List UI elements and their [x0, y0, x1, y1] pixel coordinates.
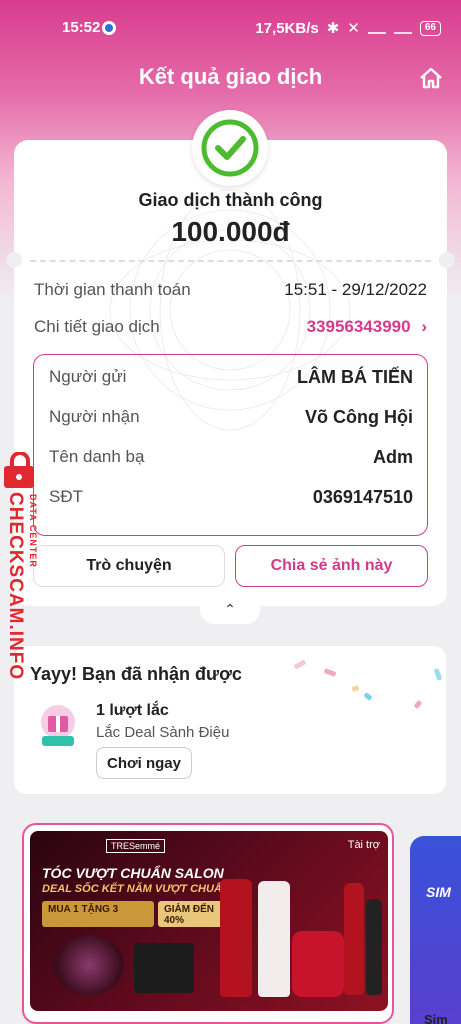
product-bottle-image — [258, 881, 290, 997]
confetti-decoration — [363, 692, 373, 701]
sim-promo-caption: Sim — [424, 1012, 448, 1024]
watermark-subtext: DATA CENTER — [28, 494, 38, 568]
network-speed: 17,5KB/s — [255, 19, 319, 37]
success-badge — [192, 110, 268, 186]
battery-icon: 66 — [419, 20, 441, 36]
hairdryer-image — [54, 935, 124, 995]
ticket-divider — [30, 260, 431, 262]
transaction-id: 33956343990 — [306, 317, 411, 336]
chevron-up-icon: ⌃ — [224, 601, 236, 617]
reward-title: Yayy! Bạn đã nhận được — [30, 664, 242, 684]
confetti-decoration — [413, 699, 423, 710]
ticket-notch-left — [6, 252, 22, 268]
bluetooth-icon: ✱ — [326, 20, 340, 37]
ad-banner-image: TRESemmé Tài trợ TÓC VƯỢT CHUẨN SALON DE… — [30, 831, 388, 1011]
product-bottle-image — [366, 899, 382, 995]
confetti-decoration — [351, 685, 360, 692]
ticket-notch-right — [439, 252, 455, 268]
reward-description: Lắc Deal Sành Điệu — [96, 724, 230, 741]
payment-time-value: 15:51 - 29/12/2022 — [284, 280, 427, 299]
payment-time-label: Thời gian thanh toán — [34, 280, 191, 299]
ad-subheadline: DEAL SỐC KẾT NĂM VƯỢT CHUẨN — [42, 883, 230, 895]
notification-icon — [102, 21, 116, 35]
reward-count: 1 lượt lắc — [96, 702, 169, 719]
ad-offer-buy-one: MUA 1 TẶNG 3 — [42, 901, 154, 927]
lock-icon — [4, 452, 34, 488]
sender-value: LÂM BÁ TIẾN — [297, 367, 413, 387]
page-title: Kết quả giao dịch — [138, 64, 323, 89]
confetti-decoration — [323, 668, 337, 677]
transaction-detail-link[interactable]: 33956343990 › — [307, 317, 427, 337]
sender-label: Người gửi — [49, 367, 127, 386]
bags-image — [134, 943, 194, 993]
recipient-info-box: Người gửi LÂM BÁ TIẾN Người nhận Võ Công… — [33, 354, 428, 536]
receiver-label: Người nhận — [49, 407, 140, 426]
reward-card: Yayy! Bạn đã nhận được 1 lượt lắc Lắc De… — [14, 646, 446, 794]
signal-4g-icon — [393, 22, 412, 34]
phone-label: SĐT — [49, 487, 83, 506]
sim-promo-label: SIM — [426, 884, 451, 900]
status-bar: 15:52 17,5KB/s ✱ ✕ 66 — [0, 0, 461, 56]
product-bottle-image — [344, 883, 364, 995]
ad-sponsored-label: Tài trợ — [347, 839, 380, 851]
transaction-detail-label: Chi tiết giao dịch — [34, 317, 160, 336]
home-icon[interactable] — [417, 64, 445, 92]
phone-value: 0369147510 — [312, 487, 413, 507]
gift-icon — [41, 705, 75, 746]
checkscam-watermark: CHECKSCAM.INFO DATA CENTER — [0, 452, 48, 681]
sim-promo-card[interactable]: SIM — [410, 836, 461, 1024]
transaction-amount: 100.000đ — [171, 216, 290, 247]
ad-headline: TÓC VƯỢT CHUẨN SALON — [42, 865, 224, 881]
sponsored-ad-card[interactable]: TRESemmé Tài trợ TÓC VƯỢT CHUẨN SALON DE… — [22, 823, 394, 1024]
transaction-status: Giao dịch thành công — [138, 190, 323, 210]
contact-name-label: Tên danh bạ — [49, 447, 145, 466]
play-now-button[interactable]: Chơi ngay — [96, 747, 192, 779]
receiver-value: Võ Công Hội — [305, 407, 413, 427]
chevron-right-icon: › — [421, 317, 427, 336]
signal-icon — [367, 22, 386, 34]
mute-icon: ✕ — [347, 20, 360, 37]
product-jar-image — [292, 931, 344, 997]
check-circle-icon — [201, 119, 259, 177]
collapse-toggle[interactable]: ⌃ — [200, 598, 260, 624]
watermark-text: CHECKSCAM.INFO — [5, 492, 26, 681]
contact-name-value: Adm — [373, 447, 413, 467]
chat-button[interactable]: Trò chuyện — [33, 545, 225, 587]
product-bottle-image — [220, 879, 252, 997]
status-time: 15:52 — [62, 19, 101, 36]
ad-brand-logo: TRESemmé — [106, 839, 166, 853]
confetti-decoration — [293, 659, 307, 670]
status-indicators: 17,5KB/s ✱ ✕ 66 — [255, 19, 441, 37]
share-image-button[interactable]: Chia sẻ ảnh này — [235, 545, 428, 587]
confetti-decoration — [433, 668, 443, 681]
